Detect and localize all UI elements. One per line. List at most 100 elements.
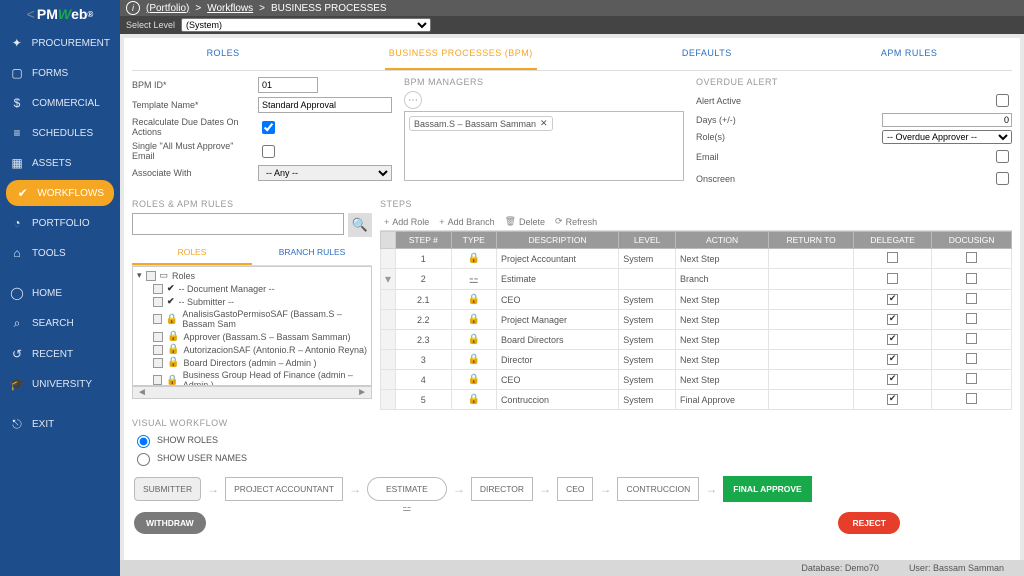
select-level-dropdown[interactable]: (System): [181, 18, 431, 32]
add-branch-button[interactable]: +Add Branch: [439, 217, 494, 227]
sidebar-item-tools[interactable]: ⌂TOOLS: [0, 238, 120, 268]
managers-more-icon[interactable]: ⋯: [404, 91, 422, 109]
tree-item[interactable]: 🔒Business Group Head of Finance (admin –…: [135, 369, 369, 386]
docusign-checkbox[interactable]: [966, 313, 977, 324]
delegate-checkbox[interactable]: [887, 374, 898, 385]
docusign-checkbox[interactable]: [966, 373, 977, 384]
tree-collapse-icon[interactable]: ▾: [137, 270, 142, 281]
tree-checkbox[interactable]: [153, 332, 163, 342]
sidebar-item-university[interactable]: 🎓UNIVERSITY: [0, 369, 120, 399]
sidebar-item-recent[interactable]: ↺RECENT: [0, 339, 120, 369]
show-users-radio[interactable]: [137, 453, 150, 466]
docusign-checkbox[interactable]: [966, 333, 977, 344]
wf-submitter[interactable]: SUBMITTER: [134, 477, 201, 501]
docusign-checkbox[interactable]: [966, 393, 977, 404]
delegate-checkbox[interactable]: [887, 354, 898, 365]
sidebar-item-home[interactable]: ◯HOME: [0, 278, 120, 308]
refresh-button[interactable]: ⟳Refresh: [555, 216, 597, 227]
delegate-checkbox[interactable]: [887, 252, 898, 263]
arrow-icon: →: [207, 482, 219, 496]
roles-search-input[interactable]: [132, 213, 344, 235]
wf-project-accountant[interactable]: PROJECT ACCOUNTANT: [225, 477, 343, 501]
tree-checkbox[interactable]: [153, 358, 163, 368]
add-role-button[interactable]: +Add Role: [384, 217, 429, 227]
docusign-checkbox[interactable]: [966, 293, 977, 304]
wf-contruccion[interactable]: CONTRUCCION: [617, 477, 699, 501]
delegate-checkbox[interactable]: [887, 273, 898, 284]
tree-item[interactable]: 🔒AnalisisGastoPermisoSAF (Bassam.S – Bas…: [135, 308, 369, 330]
delete-button[interactable]: 🗑Delete: [505, 216, 545, 227]
table-row[interactable]: 3🔒DirectorSystemNext Step: [381, 350, 1012, 370]
single-approve-checkbox[interactable]: [262, 145, 275, 158]
wf-estimate[interactable]: ESTIMATE⚍: [367, 477, 447, 501]
table-row[interactable]: 2.2🔒Project ManagerSystemNext Step: [381, 310, 1012, 330]
tree-scrollbar[interactable]: ◄►: [132, 386, 372, 399]
bpm-id-input[interactable]: [258, 77, 318, 93]
subtab-roles[interactable]: ROLES: [132, 241, 252, 265]
breadcrumb-portfolio[interactable]: (Portfolio): [146, 3, 189, 14]
docusign-checkbox[interactable]: [966, 273, 977, 284]
tab-apm-rules[interactable]: APM RULES: [877, 42, 942, 70]
wf-director[interactable]: DIRECTOR: [471, 477, 533, 501]
tree-item[interactable]: ✔-- Document Manager --: [135, 282, 369, 295]
delegate-checkbox[interactable]: [887, 394, 898, 405]
table-row[interactable]: 1🔒Project AccountantSystemNext Step: [381, 249, 1012, 269]
sidebar-item-exit[interactable]: ⎋EXIT: [0, 409, 120, 440]
breadcrumb-workflows[interactable]: Workflows: [207, 3, 253, 14]
tree-root-checkbox[interactable]: [146, 271, 156, 281]
alert-roles-select[interactable]: -- Overdue Approver --: [882, 130, 1012, 144]
search-icon[interactable]: 🔍: [348, 213, 372, 237]
associate-with-select[interactable]: -- Any --: [258, 165, 392, 181]
tree-item[interactable]: ✔-- Submitter --: [135, 295, 369, 308]
sidebar-item-assets[interactable]: ▦ASSETS: [0, 148, 120, 178]
delegate-checkbox[interactable]: [887, 334, 898, 345]
tree-checkbox[interactable]: [153, 284, 163, 294]
sidebar-item-portfolio[interactable]: ◔PORTFOLIO: [0, 208, 120, 238]
show-roles-radio[interactable]: [137, 435, 150, 448]
table-row[interactable]: 2.1🔒CEOSystemNext Step: [381, 290, 1012, 310]
wf-reject[interactable]: REJECT: [838, 512, 900, 534]
template-name-input[interactable]: [258, 97, 392, 113]
wf-withdraw[interactable]: WITHDRAW: [134, 512, 206, 534]
expand-icon[interactable]: ▾: [385, 272, 391, 286]
table-row[interactable]: 5🔒ContruccionSystemFinal Approve: [381, 390, 1012, 410]
table-row[interactable]: 4🔒CEOSystemNext Step: [381, 370, 1012, 390]
tab-roles[interactable]: ROLES: [203, 42, 244, 70]
delegate-checkbox[interactable]: [887, 314, 898, 325]
sidebar-item-workflows[interactable]: ✔WORKFLOWS: [6, 180, 114, 206]
subtab-branch-rules[interactable]: BRANCH RULES: [252, 241, 372, 265]
arrow-icon: →: [453, 482, 465, 496]
wf-ceo[interactable]: CEO: [557, 477, 593, 501]
tree-checkbox[interactable]: [153, 297, 163, 307]
wf-final-approve[interactable]: FINAL APPROVE: [723, 476, 811, 502]
alert-active-checkbox[interactable]: [996, 94, 1009, 107]
docusign-checkbox[interactable]: [966, 353, 977, 364]
delegate-checkbox[interactable]: [887, 294, 898, 305]
tree-checkbox[interactable]: [153, 345, 163, 355]
tab-business-processes-bpm-[interactable]: BUSINESS PROCESSES (BPM): [385, 42, 537, 70]
roles-tree[interactable]: ▾▭Roles ✔-- Document Manager --✔-- Submi…: [132, 266, 372, 386]
alert-email-checkbox[interactable]: [996, 150, 1009, 163]
overdue-alert: OVERDUE ALERT Alert Active Days (+/-) Ro…: [696, 77, 1012, 191]
info-icon[interactable]: i: [126, 1, 140, 15]
tree-checkbox[interactable]: [153, 314, 162, 324]
recalc-checkbox[interactable]: [262, 121, 275, 134]
bpm-form: BPM ID Template Name Recalculate Due Dat…: [132, 77, 392, 191]
table-row[interactable]: 2.3🔒Board DirectorsSystemNext Step: [381, 330, 1012, 350]
sidebar-item-schedules[interactable]: ≡SCHEDULES: [0, 118, 120, 148]
sidebar-item-search[interactable]: ⌕SEARCH: [0, 308, 120, 339]
tree-item[interactable]: 🔒Approver (Bassam.S – Bassam Samman): [135, 330, 369, 343]
chip-remove-icon[interactable]: ✕: [540, 118, 548, 129]
sidebar-item-procurement[interactable]: ✦PROCUREMENT: [0, 28, 120, 58]
tree-item[interactable]: 🔒AutorizacionSAF (Antonio.R – Antonio Re…: [135, 343, 369, 356]
lock-icon: 🔒: [166, 375, 178, 386]
alert-onscreen-checkbox[interactable]: [996, 172, 1009, 185]
tab-defaults[interactable]: DEFAULTS: [678, 42, 736, 70]
sidebar-item-forms[interactable]: ▢FORMS: [0, 58, 120, 88]
tree-checkbox[interactable]: [153, 375, 162, 385]
tree-item[interactable]: 🔒Board Directors (admin – Admin ): [135, 356, 369, 369]
docusign-checkbox[interactable]: [966, 252, 977, 263]
table-row[interactable]: ▾2⚍EstimateBranch: [381, 269, 1012, 290]
alert-days-input[interactable]: [882, 113, 1012, 127]
sidebar-item-commercial[interactable]: $COMMERCIAL: [0, 88, 120, 118]
